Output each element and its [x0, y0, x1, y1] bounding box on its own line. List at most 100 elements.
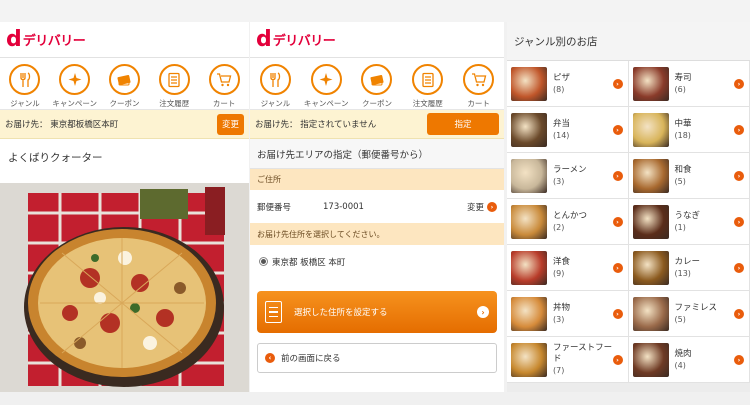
zip-change-link[interactable]: 変更 ›: [467, 201, 497, 213]
logo-d: d: [256, 26, 272, 52]
genre-text: 丼物 (3): [553, 303, 613, 325]
genre-name: 中華: [674, 118, 692, 129]
bottom-strip: [0, 392, 750, 405]
genre-text: 和食 (5): [675, 165, 735, 187]
zip-label: 郵便番号: [257, 202, 292, 213]
genre-name: とんかつ: [553, 210, 588, 221]
genre-panel-title: ジャンル別のお店: [507, 22, 750, 61]
nav-cart[interactable]: カート: [453, 58, 504, 109]
genre-item[interactable]: 弁当 (14) ›: [507, 107, 629, 153]
nav-label: 注文履歴: [159, 99, 190, 108]
genre-item[interactable]: うなぎ (1) ›: [628, 199, 750, 245]
chevron-right-icon: ›: [612, 124, 623, 135]
chevron-right-icon: ›: [734, 124, 744, 135]
nav-label: 注文履歴: [412, 99, 443, 108]
coupon-icon: [108, 64, 140, 95]
genre-item[interactable]: カレー (13) ›: [628, 245, 750, 291]
genre-item[interactable]: ファーストフード (7) ›: [507, 337, 629, 383]
main-nav: ジャンル キャンペーン クーポン 注文履歴 カート: [0, 58, 249, 110]
chevron-right-icon: ›: [734, 78, 744, 89]
genre-item[interactable]: 焼肉 (4) ›: [628, 337, 750, 383]
logo-text: デリバリー: [272, 34, 336, 49]
nav-campaign[interactable]: キャンペーン: [50, 58, 100, 109]
chevron-right-icon: ›: [734, 308, 744, 319]
chevron-right-icon: ›: [612, 308, 623, 319]
document-icon: [265, 301, 282, 323]
apply-address-button[interactable]: 選択した住所を設定する ›: [257, 291, 497, 333]
delivery-address-bar: お届け先： 東京都板橋区本町 変更: [0, 110, 249, 139]
nav-cart[interactable]: カート: [199, 58, 249, 109]
genre-count: (9): [553, 268, 565, 278]
genre-count: (3): [553, 314, 565, 324]
shop-panel: d デリバリー ジャンル キャンペーン クーポン 注文履歴 カート お届け先： …: [0, 22, 249, 392]
genre-text: ラーメン (3): [553, 165, 613, 187]
genre-thumbnail: [632, 250, 669, 285]
genre-text: 洋食 (9): [553, 257, 613, 279]
nav-campaign[interactable]: キャンペーン: [301, 58, 352, 109]
sparkle-icon: [310, 64, 342, 95]
nav-label: キャンペーン: [52, 99, 97, 108]
chevron-right-icon: ›: [487, 201, 497, 212]
pizza-image[interactable]: [0, 183, 249, 392]
genre-item[interactable]: 洋食 (9) ›: [507, 245, 629, 291]
nav-label: カート: [467, 99, 490, 108]
genre-name: ファーストフード: [553, 343, 613, 364]
logo-text: デリバリー: [22, 34, 86, 49]
delivery-address: お届け先： 指定されていません: [255, 120, 377, 130]
nav-label: カート: [212, 99, 236, 108]
chevron-right-icon: ›: [477, 306, 489, 318]
address-option-label: 東京都 板橋区 本町: [272, 257, 346, 268]
genre-item[interactable]: 寿司 (6) ›: [628, 61, 750, 107]
genre-item[interactable]: とんかつ (2) ›: [507, 199, 629, 245]
genre-name: うなぎ: [674, 210, 701, 221]
chevron-right-icon: ›: [612, 78, 623, 89]
brand-logo[interactable]: d デリバリー: [0, 22, 249, 58]
address-option[interactable]: 東京都 板橋区 本町: [250, 245, 504, 278]
nav-order-history[interactable]: 注文履歴: [149, 58, 199, 109]
genre-thumbnail: [511, 296, 547, 331]
genre-text: うなぎ (1): [675, 211, 735, 233]
genre-name: ファミレス: [674, 302, 718, 313]
back-button[interactable]: ‹ 前の画面に戻る: [257, 343, 497, 373]
cart-icon: [463, 64, 495, 95]
nav-coupon[interactable]: クーポン: [100, 58, 150, 109]
zip-change-label: 変更: [466, 202, 484, 213]
genre-count: (6): [674, 84, 686, 94]
nav-order-history[interactable]: 注文履歴: [402, 58, 453, 109]
genre-text: 中華 (18): [675, 119, 735, 141]
genre-text: ファミレス (5): [675, 303, 735, 325]
genre-item[interactable]: ラーメン (3) ›: [507, 153, 629, 199]
genre-name: 丼物: [553, 302, 571, 313]
genre-count: (2): [553, 222, 565, 232]
genre-thumbnail: [511, 204, 547, 239]
nav-genre[interactable]: ジャンル: [250, 58, 301, 109]
genre-item[interactable]: 和食 (5) ›: [628, 153, 750, 199]
brand-logo[interactable]: d デリバリー: [250, 22, 504, 58]
section-title: お届け先エリアの指定（郵便番号から）: [250, 139, 504, 169]
shop-name: よくばりクォーター: [0, 139, 249, 176]
genre-item[interactable]: ピザ (8) ›: [507, 61, 629, 107]
change-address-button[interactable]: 変更: [217, 113, 244, 135]
nav-coupon[interactable]: クーポン: [352, 58, 403, 109]
genre-count: (5): [674, 176, 686, 186]
genre-text: 弁当 (14): [553, 119, 613, 141]
radio-button[interactable]: [259, 257, 268, 266]
genre-item[interactable]: ファミレス (5) ›: [628, 291, 750, 337]
order-history-icon: [412, 64, 444, 95]
set-address-small-button[interactable]: 指定: [427, 113, 499, 135]
genre-thumbnail: [511, 66, 547, 101]
genre-thumbnail: [511, 158, 547, 193]
genre-count: (3): [553, 176, 565, 186]
main-nav: ジャンル キャンペーン クーポン 注文履歴 カート: [250, 58, 504, 110]
nav-genre[interactable]: ジャンル: [0, 58, 50, 109]
select-address-notice: お届け先住所を選択してください。: [250, 223, 504, 245]
delivery-address-bar: お届け先： 指定されていません 指定: [250, 110, 504, 139]
genre-text: 焼肉 (4): [675, 349, 735, 371]
genre-name: 焼肉: [674, 348, 692, 359]
genre-item[interactable]: 中華 (18) ›: [628, 107, 750, 153]
genre-thumbnail: [511, 112, 547, 147]
nav-label: ジャンル: [260, 99, 291, 108]
genre-name: カレー: [674, 256, 701, 267]
genre-thumbnail: [632, 112, 669, 147]
genre-item[interactable]: 丼物 (3) ›: [507, 291, 629, 337]
